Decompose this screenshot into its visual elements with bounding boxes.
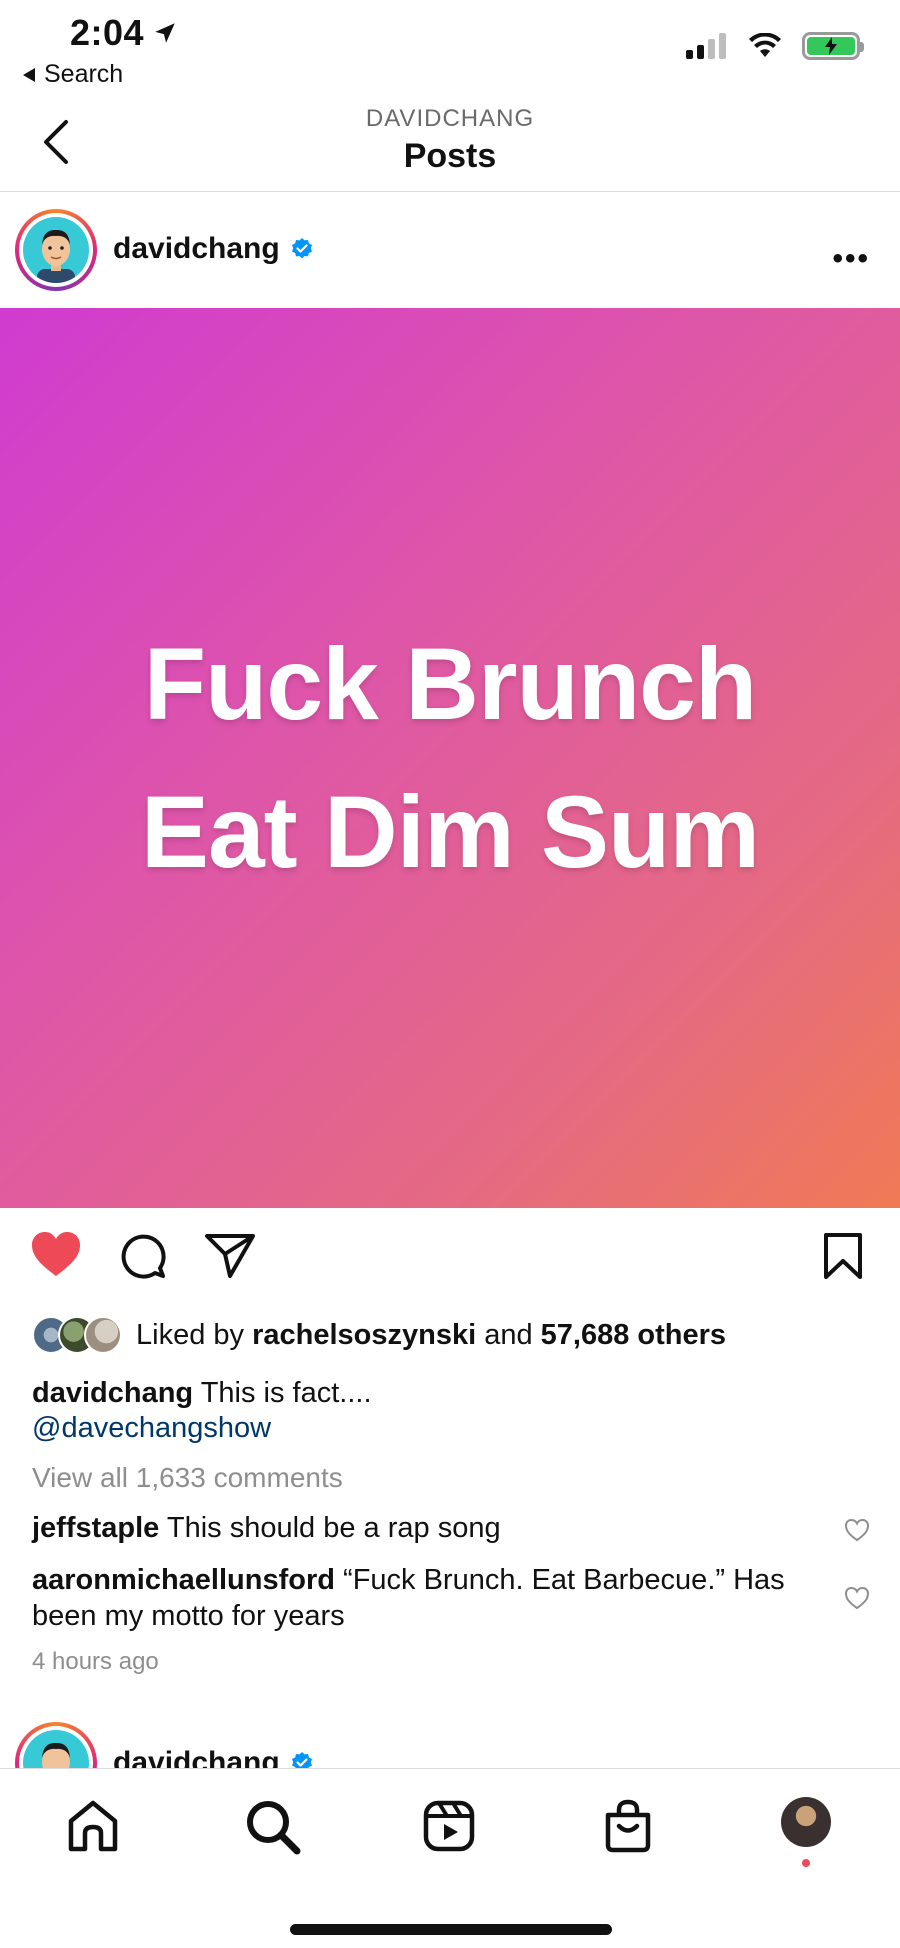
post-username[interactable]: davidchang [113, 232, 314, 266]
reels-icon[interactable] [422, 1799, 476, 1853]
liker-avatar [84, 1316, 122, 1354]
comment-item: aaronmichaellunsford “Fuck Brunch. Eat B… [32, 1562, 812, 1634]
status-bar: 2:04 Search [0, 0, 900, 95]
post-image-text-line-1: Fuck Brunch [143, 627, 757, 741]
more-options-icon[interactable]: ••• [832, 242, 870, 276]
verified-badge-icon [291, 238, 312, 259]
comment-username[interactable]: aaronmichaellunsford [32, 1564, 335, 1596]
more-options-icon[interactable]: ••• [832, 1758, 870, 1768]
clock-text: 2:04 [70, 12, 145, 53]
notification-dot [802, 1859, 810, 1867]
caption-username[interactable]: davidchang [32, 1377, 193, 1409]
like-heart-icon[interactable] [30, 1230, 82, 1278]
bitmoji-face-icon [37, 229, 75, 283]
post-timestamp: 4 hours ago [32, 1648, 159, 1675]
back-to-search-label: Search [44, 60, 124, 88]
page-title: Posts [403, 137, 497, 175]
next-post-username-text: davidchang [113, 1746, 280, 1768]
back-triangle-icon [23, 67, 35, 82]
likes-prefix: Liked by [136, 1318, 245, 1351]
post-image[interactable]: Fuck Brunch Eat Dim Sum [0, 308, 900, 1208]
post-username-text: davidchang [113, 232, 280, 265]
back-to-search-link[interactable]: Search [22, 60, 123, 89]
share-icon[interactable] [204, 1232, 256, 1280]
shop-icon[interactable] [603, 1799, 653, 1853]
header-username: DAVIDCHANG [365, 105, 535, 132]
likes-summary[interactable]: Liked by rachelsoszynski and 57,688 othe… [32, 1316, 726, 1354]
search-icon[interactable] [245, 1799, 301, 1855]
home-icon[interactable] [66, 1799, 120, 1853]
location-arrow-icon [155, 23, 175, 43]
post-caption: davidchang This is fact.... [32, 1374, 372, 1412]
profile-avatar-tab[interactable] [781, 1797, 831, 1847]
bitmoji-face-icon [42, 1742, 70, 1768]
avatar[interactable] [15, 209, 97, 291]
cellular-signal-icon [686, 33, 726, 59]
charging-bolt-icon [825, 37, 837, 55]
avatar[interactable] [15, 1722, 97, 1768]
comment-text: This should be a rap song [166, 1512, 501, 1544]
save-bookmark-icon[interactable] [822, 1232, 864, 1280]
next-post-header: davidchang ••• [0, 1718, 900, 1768]
avatar-image [23, 1730, 89, 1768]
comment-username[interactable]: jeffstaple [32, 1512, 159, 1544]
status-time: 2:04 [70, 12, 178, 54]
view-all-comments-link[interactable]: View all 1,633 comments [32, 1462, 343, 1494]
post-header: davidchang ••• [0, 192, 900, 308]
caption-text: This is fact.... [200, 1377, 372, 1409]
likes-count[interactable]: 57,688 others [541, 1319, 726, 1352]
wifi-icon [749, 33, 781, 57]
comment-like-heart-icon[interactable] [844, 1586, 870, 1610]
posts-header: DAVIDCHANG Posts [0, 95, 900, 192]
bottom-tab-bar [0, 1768, 900, 1948]
post-actions [0, 1230, 900, 1294]
battery-icon [802, 32, 864, 60]
liked-by-username[interactable]: rachelsoszynski [252, 1319, 476, 1352]
home-indicator [290, 1924, 612, 1935]
comment-item: jeffstaple This should be a rap song [32, 1510, 812, 1546]
verified-badge-icon [291, 1752, 312, 1768]
post-image-text-line-2: Eat Dim Sum [140, 775, 760, 889]
likes-and: and [484, 1318, 533, 1351]
avatar-image [23, 217, 89, 283]
liker-avatars [32, 1316, 122, 1354]
comment-icon[interactable] [119, 1232, 167, 1280]
status-icons [686, 32, 864, 60]
caption-mention-link[interactable]: @davechangshow [32, 1412, 271, 1445]
next-post-username[interactable]: davidchang [113, 1746, 314, 1768]
comment-like-heart-icon[interactable] [844, 1518, 870, 1542]
